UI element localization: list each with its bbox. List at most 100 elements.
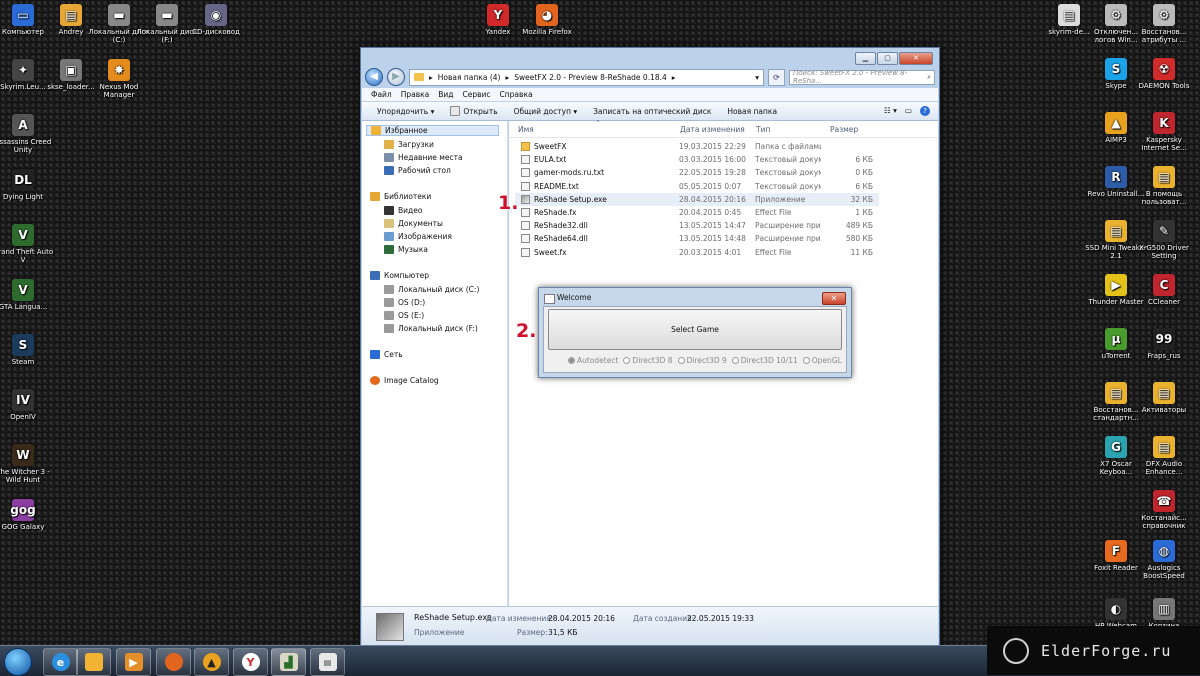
taskbar-media[interactable]: ▶ — [116, 648, 151, 676]
taskbar-firefox[interactable] — [156, 648, 191, 676]
desktop-icon-icons_left_col1-8[interactable]: W The Witcher 3 - Wild Hunt — [0, 444, 55, 484]
desktop-icon-icons_left_col1-6[interactable]: S Steam — [0, 334, 55, 366]
nav-drive-c[interactable]: Локальный диск (C:) — [384, 285, 479, 294]
desktop-icon-icons_right_col2-10[interactable]: ☎ Костанайс... справочник — [1132, 490, 1196, 530]
burn-button[interactable]: Записать на оптический диск — [593, 107, 711, 116]
file-row[interactable]: Sweet.fx 20.03.2015 4:01 Effect File 11 КБ — [515, 246, 879, 259]
col-name[interactable]: Имя — [518, 125, 534, 134]
organize-button[interactable]: Упорядочить ▾ — [377, 107, 434, 116]
breadcrumb-item-1[interactable]: Новая папка (4) — [438, 73, 501, 82]
desktop-icon-icons_left_col1-7[interactable]: IV OpenIV — [0, 389, 55, 421]
forward-button[interactable]: ▶ — [387, 68, 405, 86]
menu-tools[interactable]: Сервис — [463, 90, 491, 99]
taskbar-aimp[interactable]: ▲ — [194, 648, 229, 676]
nav-video[interactable]: Видео — [384, 206, 422, 215]
search-input[interactable]: Поиск: SweetFX 2.0 - Preview 8-ReSha... … — [789, 69, 935, 85]
col-type[interactable]: Тип — [756, 125, 770, 134]
nav-libraries[interactable]: Библиотеки — [370, 192, 431, 201]
file-row[interactable]: ReShade64.dll 13.05.2015 14:48 Расширение … — [515, 232, 879, 245]
file-name: gamer-mods.ru.txt — [521, 168, 671, 178]
firefox-icon — [164, 653, 183, 671]
desktop-icon-icons_right_col2-8[interactable]: ▤ Активаторы — [1132, 382, 1196, 414]
open-button[interactable]: Открыть — [450, 106, 498, 116]
menu-edit[interactable]: Правка — [401, 90, 430, 99]
view-options-icon[interactable]: ☷ ▾ — [884, 106, 897, 116]
desktop-icon-icons_right_col2-9[interactable]: ▤ DFX Audio Enhance... — [1132, 436, 1196, 476]
desktop-icon-icons_left_col1-9[interactable]: gog GOG Galaxy — [0, 499, 55, 531]
nav-computer[interactable]: Компьютер — [370, 271, 429, 280]
radio-opengl[interactable]: OpenGL — [802, 356, 842, 365]
taskbar-reshade[interactable]: ▟ — [271, 648, 306, 676]
nav-desktop[interactable]: Рабочий стол — [384, 166, 451, 175]
refresh-icon[interactable]: ⟳ — [768, 68, 785, 86]
nav-downloads[interactable]: Загрузки — [384, 140, 434, 149]
welcome-dialog[interactable]: Welcome ✕ Select Game Autodetect Direct3D… — [538, 287, 852, 378]
desktop-icon-icons_right_col2-1[interactable]: ⚙ Восстанов... атрибуты ... — [1132, 4, 1196, 44]
shortcut-icon: ▬ — [156, 4, 178, 26]
col-size[interactable]: Размер — [830, 125, 858, 134]
nav-drive-e[interactable]: OS (E:) — [384, 311, 424, 320]
desktop-icon-icons_left_col1-2[interactable]: A Assassins Creed Unity — [0, 114, 55, 154]
shortcut-icon: ☎ — [1153, 490, 1175, 512]
preview-pane-icon[interactable]: ▭ — [905, 106, 912, 116]
nav-documents[interactable]: Документы — [384, 219, 443, 228]
file-name-text: gamer-mods.ru.txt — [534, 168, 605, 178]
taskbar-yandex[interactable]: Y — [233, 648, 268, 676]
file-name-text: ReShade Setup.exe — [534, 194, 607, 204]
desktop-icon-icons_right_col2-11[interactable]: ◍ Auslogics BoostSpeed — [1132, 540, 1196, 580]
nav-image-catalog[interactable]: Image Catalog — [370, 376, 439, 385]
desktop-icon-icons_left_col3-1[interactable]: ✸ Nexus Mod Manager — [87, 59, 151, 99]
menu-view[interactable]: Вид — [438, 90, 453, 99]
nav-network[interactable]: Сеть — [370, 350, 403, 359]
desktop-icon-icons_right_col2-7[interactable]: 99 Fraps_rus — [1132, 328, 1196, 360]
file-row[interactable]: README.txt 05.05.2015 0:07 Текстовый докум… — [515, 180, 879, 193]
desktop-icon-icons_left_col1-4[interactable]: V Grand Theft Auto V — [0, 224, 55, 264]
nav-drive-f[interactable]: Локальный диск (F:) — [384, 324, 478, 333]
taskbar-window[interactable]: ▤ — [310, 648, 345, 676]
desktop-icon-icons_left_col1-3[interactable]: DL Dying Light — [0, 169, 55, 201]
desktop-icon-icons_left_col1-5[interactable]: V GTA Langua... — [0, 279, 55, 311]
menu-help[interactable]: Справка — [500, 90, 533, 99]
file-row[interactable]: ReShade32.dll 13.05.2015 14:47 Расширение … — [515, 219, 879, 232]
desktop-icon-icons_right_col2-3[interactable]: K Kaspersky Internet Se... — [1132, 112, 1196, 152]
desktop-icon-icons_top_row-1[interactable]: ◉ CD-дисковод — [184, 4, 248, 36]
desktop-icon-icons_right_col2-5[interactable]: ✎ X-G500 Driver Setting — [1132, 220, 1196, 260]
close-button[interactable]: ✕ — [899, 52, 933, 65]
file-row[interactable]: ReShade Setup.exe 28.04.2015 20:16 Приложе… — [515, 192, 879, 206]
menu-file[interactable]: Файл — [371, 90, 392, 99]
breadcrumb-item-2[interactable]: SweetFX 2.0 - Preview 8-ReShade 0.18.4 — [514, 73, 667, 82]
nav-music[interactable]: Музыка — [384, 245, 428, 254]
desktop-icon-label: Steam — [11, 358, 35, 366]
nav-favorites[interactable]: Избранное — [366, 125, 499, 136]
desktop-icon-icons_top_row-3[interactable]: ◕ Mozilla Firefox — [515, 4, 579, 36]
nav-recent[interactable]: Недавние места — [384, 153, 463, 162]
file-type: Папка с файлами — [755, 142, 821, 151]
col-date[interactable]: Дата изменения — [680, 125, 745, 134]
desktop-icon-icons_right_col2-2[interactable]: ☢ DAEMON Tools — [1132, 58, 1196, 90]
help-icon[interactable]: ? — [920, 106, 930, 116]
share-button[interactable]: Общий доступ ▾ — [514, 107, 577, 116]
desktop-icon-icons_right_col2-4[interactable]: ▤ В помощь пользоват... — [1132, 166, 1196, 206]
taskbar-ie[interactable]: e — [43, 648, 78, 676]
new-folder-button[interactable]: Новая папка — [727, 107, 777, 116]
select-game-button[interactable]: Select Game — [548, 309, 842, 350]
file-row[interactable]: gamer-mods.ru.txt 22.05.2015 19:28 Текстов… — [515, 166, 879, 179]
desktop-icon-icons_right_col2-6[interactable]: C CCleaner — [1132, 274, 1196, 306]
file-row[interactable]: ReShade.fx 20.04.2015 0:45 Effect File 1 КБ — [515, 206, 879, 219]
nav-pictures[interactable]: Изображения — [384, 232, 452, 241]
nav-drive-d[interactable]: OS (D:) — [384, 298, 425, 307]
radio-direct3d-10-11[interactable]: Direct3D 10/11 — [731, 356, 798, 365]
address-bar[interactable]: ▸ Новая папка (4) ▸ SweetFX 2.0 - Previe… — [409, 68, 764, 86]
radio-direct3d-9[interactable]: Direct3D 9 — [677, 356, 727, 365]
dialog-close-button[interactable]: ✕ — [822, 292, 846, 305]
maximize-button[interactable]: ▢ — [877, 52, 898, 65]
start-button[interactable] — [4, 648, 32, 676]
back-button[interactable]: ◀ — [365, 68, 383, 86]
radio-autodetect[interactable]: Autodetect — [568, 356, 618, 365]
dropdown-arrow-icon[interactable]: ▾ — [755, 73, 763, 82]
radio-direct3d-8[interactable]: Direct3D 8 — [623, 356, 673, 365]
minimize-button[interactable]: ▁ — [855, 52, 876, 65]
file-row[interactable]: SweetFX 19.03.2015 22:29 Папка с файлами — [515, 140, 879, 153]
taskbar-explorer[interactable] — [76, 648, 111, 676]
file-row[interactable]: EULA.txt 03.03.2015 16:00 Текстовый докум.… — [515, 153, 879, 166]
